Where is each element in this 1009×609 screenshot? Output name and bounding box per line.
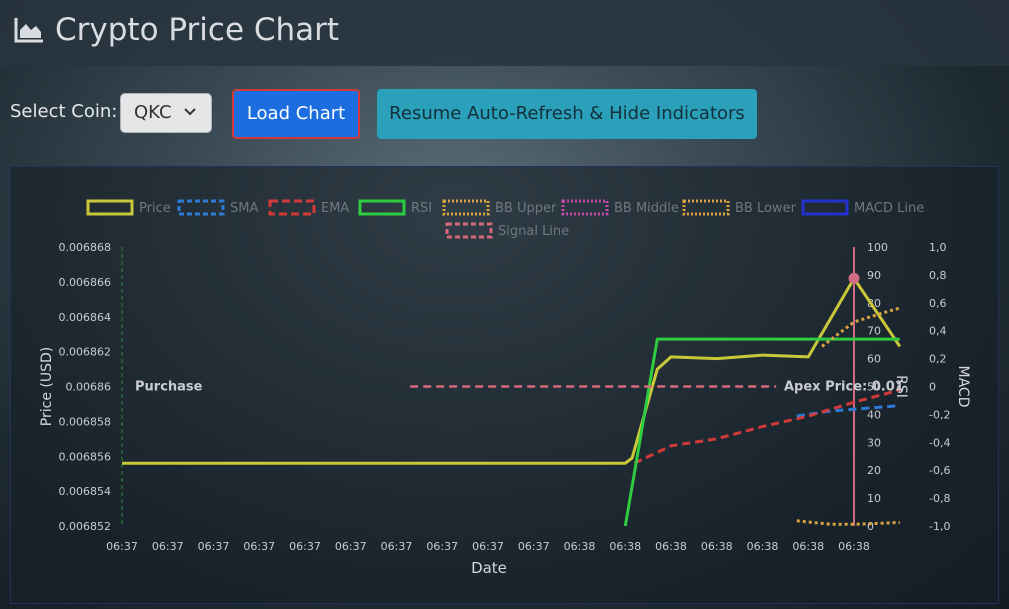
rsi-tick-10: 0: [867, 520, 874, 533]
x-tick-16: 06:38: [838, 540, 870, 553]
legend-swatch-8: [445, 222, 493, 239]
legend-label-7: MACD Line: [854, 201, 924, 216]
price-tick-6: 0.006856: [59, 450, 112, 463]
x-tick-14: 06:38: [747, 540, 779, 553]
macd-tick-3: 0,4: [929, 325, 947, 338]
controls-bar: Select Coin: QKC Load Chart Resume Auto-…: [0, 66, 1009, 166]
legend-label-6: BB Lower: [735, 201, 797, 216]
price-tick-7: 0.006854: [59, 485, 112, 498]
x-tick-0: 06:37: [106, 540, 138, 553]
chart-panel: Price SMA EMA RSI BB Upper BB Middle BB Lower M…: [10, 166, 999, 604]
x-axis-title: Date: [471, 559, 507, 577]
legend-swatch-0: [86, 199, 134, 216]
macd-tick-7: -0,4: [929, 436, 950, 449]
x-tick-12: 06:38: [655, 540, 687, 553]
price-tick-2: 0.006864: [59, 311, 112, 324]
macd-tick-4: 0,2: [929, 353, 947, 366]
x-tick-7: 06:37: [426, 540, 458, 553]
chevron-down-icon: [184, 108, 196, 116]
legend-swatch-2: [268, 199, 316, 216]
rsi-tick-7: 30: [867, 436, 881, 449]
x-tick-4: 06:37: [289, 540, 321, 553]
app-header: Crypto Price Chart: [0, 0, 1009, 66]
price-tick-3: 0.006862: [59, 346, 112, 359]
price-tick-0: 0.006868: [59, 241, 112, 254]
load-chart-button[interactable]: Load Chart: [232, 89, 360, 139]
legend-swatch-7: [801, 199, 849, 216]
select-coin-label: Select Coin:: [10, 101, 118, 122]
x-tick-13: 06:38: [701, 540, 733, 553]
legend-label-0: Price: [139, 201, 171, 216]
macd-tick-6: -0,2: [929, 408, 950, 421]
macd-tick-2: 0,6: [929, 297, 947, 310]
area-chart-icon: [14, 18, 43, 43]
x-tick-2: 06:37: [198, 540, 230, 553]
macd-tick-1: 0,8: [929, 269, 947, 282]
x-tick-5: 06:37: [335, 540, 367, 553]
purchase-label: Purchase: [135, 380, 203, 395]
rsi-tick-1: 90: [867, 269, 881, 282]
legend-swatch-3: [358, 199, 406, 216]
macd-tick-8: -0,6: [929, 464, 950, 477]
rsi-tick-9: 10: [867, 492, 881, 505]
macd-tick-9: -0,8: [929, 492, 950, 505]
macd-tick-5: 0: [929, 381, 936, 394]
macd-tick-10: -1,0: [929, 520, 950, 533]
x-tick-11: 06:38: [609, 540, 641, 553]
x-tick-10: 06:38: [564, 540, 596, 553]
legend-label-8: Signal Line: [498, 224, 569, 239]
price-tick-4: 0.00686: [66, 381, 112, 394]
series-ema: [633, 388, 901, 465]
rsi-tick-3: 70: [867, 325, 881, 338]
x-tick-8: 06:37: [472, 540, 504, 553]
macd-axis-title: MACD: [955, 366, 971, 408]
rsi-tick-6: 40: [867, 408, 881, 421]
legend-label-1: SMA: [230, 201, 258, 216]
x-tick-15: 06:38: [792, 540, 824, 553]
price-chart: Price SMA EMA RSI BB Upper BB Middle BB Lower M…: [39, 199, 971, 577]
price-axis-title: Price (USD): [39, 347, 55, 426]
rsi-tick-0: 100: [867, 241, 888, 254]
coin-select[interactable]: QKC: [120, 93, 212, 133]
series-bb-lower: [796, 519, 900, 526]
legend-swatch-1: [177, 199, 225, 216]
legend-label-5: BB Middle: [614, 201, 679, 216]
price-tick-8: 0.006852: [59, 520, 112, 533]
x-tick-3: 06:37: [243, 540, 275, 553]
rsi-tick-8: 20: [867, 464, 881, 477]
price-tick-5: 0.006858: [59, 415, 112, 428]
rsi-tick-4: 60: [867, 353, 881, 366]
legend-label-3: RSI: [411, 201, 432, 216]
legend-label-2: EMA: [321, 201, 349, 216]
price-tick-1: 0.006866: [59, 276, 112, 289]
series-price: [122, 276, 902, 465]
coin-select-value: QKC: [134, 102, 172, 123]
resume-auto-refresh-button[interactable]: Resume Auto-Refresh & Hide Indicators: [377, 89, 757, 139]
legend-swatch-4: [442, 199, 490, 216]
legend-swatch-5: [561, 199, 609, 216]
x-tick-1: 06:37: [152, 540, 184, 553]
legend-label-4: BB Upper: [495, 201, 557, 216]
series-rsi: [623, 337, 900, 527]
macd-tick-0: 1,0: [929, 241, 947, 254]
x-tick-6: 06:37: [381, 540, 413, 553]
apex-label: Apex Price: 0.01: [784, 380, 904, 395]
page-title: Crypto Price Chart: [55, 12, 340, 48]
x-tick-9: 06:37: [518, 540, 550, 553]
apex-point: [848, 272, 860, 284]
legend-swatch-6: [682, 199, 730, 216]
